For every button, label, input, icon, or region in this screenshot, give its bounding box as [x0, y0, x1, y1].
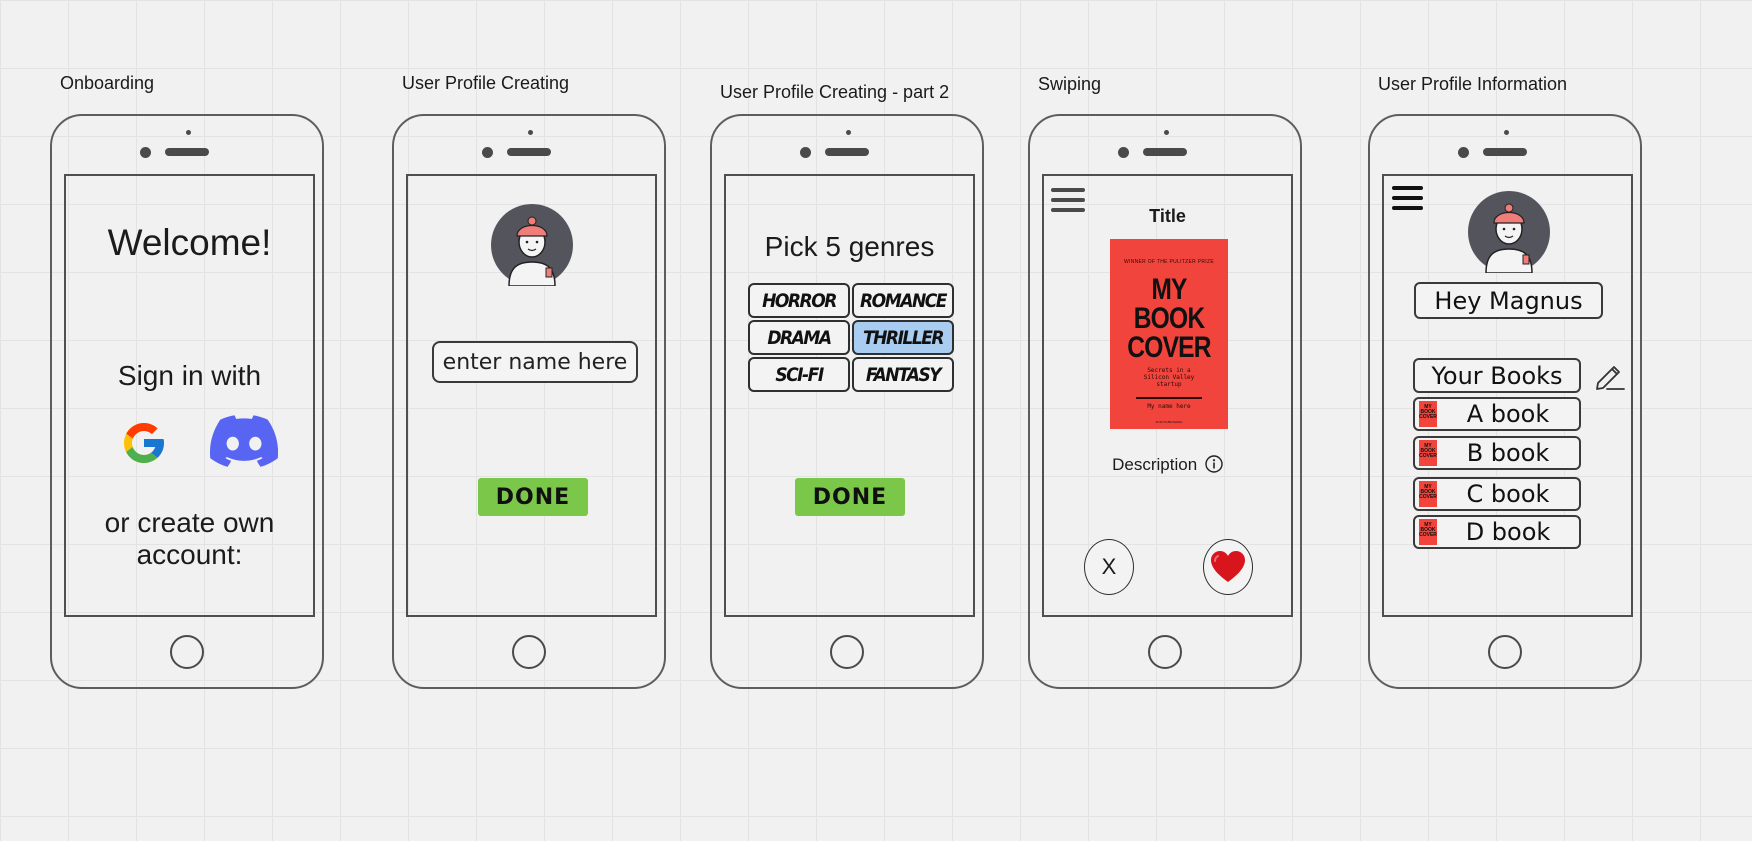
phone-speaker [1483, 148, 1527, 156]
done-button[interactable]: DONE [795, 478, 905, 516]
name-input[interactable]: enter name here [432, 341, 638, 383]
discord-icon[interactable] [209, 414, 279, 468]
avatar[interactable] [1468, 191, 1550, 274]
book-thumbnail: MY BOOK COVER [1419, 440, 1437, 466]
home-button[interactable] [1148, 635, 1182, 669]
done-button[interactable]: DONE [478, 478, 588, 516]
book-title: Title [1149, 206, 1186, 226]
book-thumbnail: MY BOOK COVER [1419, 401, 1437, 427]
phone-camera [482, 147, 493, 158]
phone-sensor [846, 130, 851, 135]
genre-romance[interactable]: ROMANCE [852, 283, 954, 318]
book-item-d[interactable]: MY BOOK COVER D book [1413, 515, 1581, 549]
genre-thriller[interactable]: THRILLER [852, 320, 954, 355]
home-button[interactable] [170, 635, 204, 669]
phone-swiping: Title WINNER OF THE PULITZER PRIZE MY BO… [1028, 114, 1302, 689]
genre-sci-fi[interactable]: SCI-FI [748, 357, 850, 392]
sign-in-text: Sign in with [117, 360, 262, 391]
screen-profile-creating: enter name here DONE [406, 174, 657, 617]
screen-onboarding: Welcome! Sign in with or create own acco… [64, 174, 315, 617]
info-icon[interactable] [1205, 455, 1223, 478]
cover-headline: MY BOOK COVER [1127, 273, 1211, 364]
phone-camera [800, 147, 811, 158]
description-label: Description [1112, 455, 1198, 474]
book-thumbnail: MY BOOK COVER [1419, 519, 1437, 545]
phone-sensor [528, 130, 533, 135]
phone-camera [1458, 147, 1469, 158]
hamburger-menu-icon[interactable] [1392, 186, 1423, 216]
phone-speaker [1143, 148, 1187, 156]
frame-label-profile-information: User Profile Information [1378, 74, 1568, 94]
welcome-heading: Welcome! [107, 222, 272, 263]
like-button[interactable] [1203, 539, 1253, 595]
screen-pick-genres: Pick 5 genres HORROR ROMANCE DRAMA THRIL… [724, 174, 975, 617]
phone-speaker [825, 148, 869, 156]
book-item-b[interactable]: MY BOOK COVER B book [1413, 436, 1581, 470]
genre-horror[interactable]: HORROR [748, 283, 850, 318]
cover-divider [1136, 397, 1202, 399]
frame-label-profile-creating: User Profile Creating [402, 73, 570, 93]
book-item-label: D book [1465, 518, 1551, 546]
create-account-text: or create own account: [104, 507, 275, 570]
pick-genres-heading: Pick 5 genres [764, 231, 935, 262]
book-thumbnail: MY BOOK COVER [1419, 481, 1437, 507]
your-books-heading: Your Books [1413, 358, 1581, 393]
greeting-label: Hey Magnus [1414, 282, 1603, 319]
phone-onboarding: Welcome! Sign in with or create own acco… [50, 114, 324, 689]
google-icon[interactable] [120, 419, 168, 467]
book-cover-image[interactable]: WINNER OF THE PULITZER PRIZE MY BOOK COV… [1110, 239, 1228, 429]
home-button[interactable] [830, 635, 864, 669]
book-item-label: B book [1466, 439, 1550, 467]
pencil-edit-icon[interactable] [1594, 361, 1626, 391]
phone-profile-creating-2: Pick 5 genres HORROR ROMANCE DRAMA THRIL… [710, 114, 984, 689]
frame-label-profile-creating-2: User Profile Creating - part 2 [720, 82, 950, 102]
screen-profile-information: Hey Magnus Your Books MY BOOK COVER A bo… [1382, 174, 1633, 617]
genre-grid: HORROR ROMANCE DRAMA THRILLER SCI-FI FAN… [748, 283, 954, 392]
frame-label-onboarding: Onboarding [60, 73, 155, 93]
phone-camera [140, 147, 151, 158]
genre-fantasy[interactable]: FANTASY [852, 357, 954, 392]
book-item-label: A book [1466, 400, 1550, 428]
heart-icon [1211, 551, 1245, 582]
home-button[interactable] [1488, 635, 1522, 669]
phone-sensor [186, 130, 191, 135]
phone-profile-creating: enter name here DONE [392, 114, 666, 689]
frame-label-swiping: Swiping [1038, 74, 1102, 94]
genre-drama[interactable]: DRAMA [748, 320, 850, 355]
phone-profile-information: Hey Magnus Your Books MY BOOK COVER A bo… [1368, 114, 1642, 689]
phone-speaker [165, 148, 209, 156]
description-row: Description [1044, 455, 1291, 478]
cover-publisher: ALSO PUBLISHING [1155, 420, 1183, 424]
phone-sensor [1504, 130, 1509, 135]
cover-author: My name here [1147, 403, 1191, 410]
avatar[interactable] [491, 204, 573, 287]
phone-camera [1118, 147, 1129, 158]
book-item-c[interactable]: MY BOOK COVER C book [1413, 477, 1581, 511]
home-button[interactable] [512, 635, 546, 669]
book-item-a[interactable]: MY BOOK COVER A book [1413, 397, 1581, 431]
phone-speaker [507, 148, 551, 156]
cover-kicker: WINNER OF THE PULITZER PRIZE [1124, 259, 1214, 265]
reject-button[interactable]: X [1084, 539, 1134, 595]
screen-swiping: Title WINNER OF THE PULITZER PRIZE MY BO… [1042, 174, 1293, 617]
cover-subtitle: Secrets in a Silicon Valley startup [1143, 367, 1195, 388]
phone-sensor [1164, 130, 1169, 135]
book-item-label: C book [1466, 480, 1550, 508]
